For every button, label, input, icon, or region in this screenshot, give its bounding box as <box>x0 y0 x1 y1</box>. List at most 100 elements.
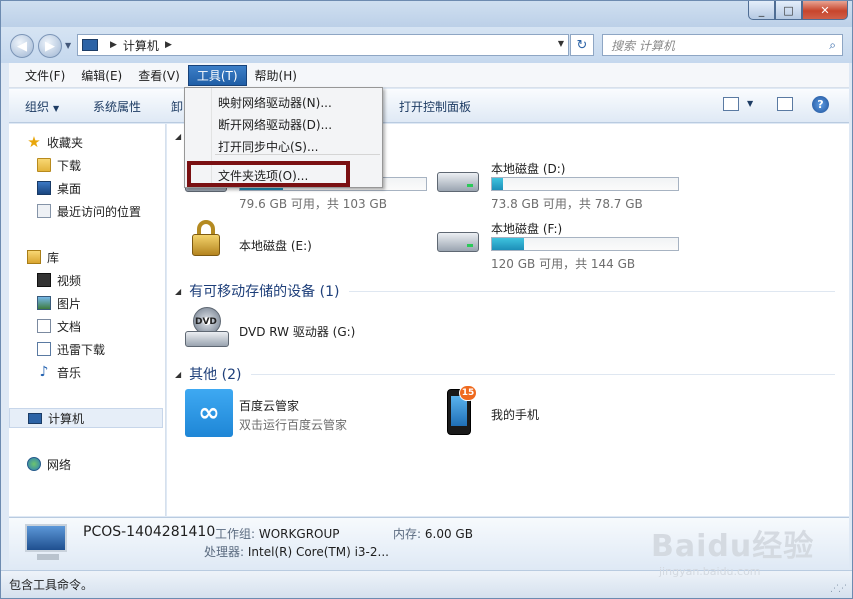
sidebar-item-network[interactable]: 网络 <box>9 454 163 474</box>
sidebar-item-desktop[interactable]: 桌面 <box>9 178 163 198</box>
memory-label: 内存: <box>393 527 422 541</box>
sidebar-item-pictures[interactable]: 图片 <box>9 293 163 313</box>
removable-group-header[interactable]: ◢ 有可移动存储的设备 (1) <box>175 281 835 301</box>
processor-info: 处理器: Intel(R) Core(TM) i3-2... <box>204 543 389 560</box>
view-dropdown[interactable]: ▼ <box>747 99 753 108</box>
sidebar-item-recent[interactable]: 最近访问的位置 <box>9 201 163 221</box>
drive-free-space: 73.8 GB 可用，共 78.7 GB <box>491 197 643 211</box>
group-title: 有可移动存储的设备 (1) <box>189 284 340 300</box>
system-properties-button[interactable]: 系统属性 <box>93 98 141 115</box>
chevron-right-icon[interactable]: ▶ <box>110 40 117 50</box>
item-name: 我的手机 <box>491 408 540 422</box>
computer-icon <box>28 412 42 424</box>
workgroup-value: WORKGROUP <box>258 527 340 541</box>
window-controls: _ □ ✕ <box>748 1 848 20</box>
sidebar-item-videos[interactable]: 视频 <box>9 270 163 290</box>
group-divider <box>251 373 835 375</box>
sidebar-label: 音乐 <box>57 365 82 380</box>
menu-edit[interactable]: 编辑(E) <box>73 65 130 86</box>
hard-drive-icon <box>437 162 481 194</box>
organize-button[interactable]: 组织 ▼ <box>25 98 59 115</box>
group-divider <box>349 290 835 292</box>
library-icon <box>27 250 41 264</box>
annotation-highlight-box <box>187 161 350 187</box>
drive-usage-fill <box>492 178 504 190</box>
minimize-button[interactable]: _ <box>748 1 775 20</box>
watermark-logo: Baidu经验 <box>651 529 815 564</box>
address-bar[interactable]: ▶ 计算机 ▶ ▼ <box>77 34 569 56</box>
sidebar-label: 文档 <box>57 319 82 334</box>
uninstall-button[interactable]: 卸 <box>171 98 183 115</box>
processor-value: Intel(R) Core(TM) i3-2... <box>247 545 389 559</box>
drive-g-dvd[interactable]: DVD DVD RW 驱动器 (G:) <box>185 307 435 353</box>
chevron-right-icon[interactable]: ▶ <box>165 40 172 50</box>
sidebar-label: 图片 <box>57 296 82 311</box>
close-button[interactable]: ✕ <box>802 1 848 20</box>
help-icon[interactable]: ? <box>812 96 829 113</box>
sidebar-item-computer[interactable]: 计算机 <box>9 408 163 428</box>
collapse-triangle-icon[interactable]: ◢ <box>175 132 181 141</box>
sidebar-item-downloads[interactable]: 下载 <box>9 155 163 175</box>
sidebar-item-documents[interactable]: 文档 <box>9 316 163 336</box>
menu-bar: 文件(F) 编辑(E) 查看(V) 工具(T) 帮助(H) <box>9 63 849 88</box>
collapse-triangle-icon[interactable]: ◢ <box>175 370 181 379</box>
watermark-url: jingyan.baidu.com <box>659 565 761 578</box>
my-phone-item[interactable]: 15 我的手机 <box>437 385 687 441</box>
drive-name: 本地磁盘 (F:) <box>491 222 563 236</box>
menu-separator <box>215 154 380 155</box>
title-bar[interactable]: _ □ ✕ <box>1 1 852 27</box>
drive-f[interactable]: 本地磁盘 (F:) 120 GB 可用，共 144 GB <box>437 220 687 272</box>
video-icon <box>37 273 51 287</box>
item-name: 百度云管家 <box>239 399 300 413</box>
baidu-jingyan-watermark: Baidu经验 jingyan.baidu.com <box>651 521 841 591</box>
recent-pages-dropdown[interactable]: ▼ <box>65 41 71 50</box>
drive-d[interactable]: 本地磁盘 (D:) 73.8 GB 可用，共 78.7 GB <box>437 160 687 212</box>
baidu-cloud-item[interactable]: ∞ 百度云管家 双击运行百度云管家 <box>185 389 435 441</box>
network-icon <box>27 457 41 471</box>
computer-icon <box>82 39 98 51</box>
address-dropdown[interactable]: ▼ <box>558 39 564 48</box>
status-text: 包含工具命令。 <box>9 578 94 592</box>
drive-usage-bar <box>491 237 679 251</box>
preview-pane-icon[interactable] <box>777 97 793 111</box>
sidebar-item-libraries[interactable]: 库 <box>9 247 163 267</box>
drive-e[interactable]: 本地磁盘 (E:) <box>185 220 435 266</box>
breadcrumb-computer[interactable]: 计算机 <box>123 37 159 54</box>
sidebar-label: 最近访问的位置 <box>57 204 142 219</box>
menu-item-map-network-drive[interactable]: 映射网络驱动器(N)... <box>218 94 332 111</box>
back-button[interactable]: ◀ <box>10 34 34 58</box>
command-bar: 组织 ▼ 系统属性 卸 打开控制面板 ▼ ? <box>9 89 849 123</box>
sidebar-item-xunlei[interactable]: 迅雷下载 <box>9 339 163 359</box>
menu-item-open-sync-center[interactable]: 打开同步中心(S)... <box>218 138 318 155</box>
item-description: 双击运行百度云管家 <box>239 418 348 432</box>
menu-item-disconnect-network-drive[interactable]: 断开网络驱动器(D)... <box>218 116 332 133</box>
sidebar-label: 下载 <box>57 158 82 173</box>
drive-usage-bar <box>491 177 679 191</box>
menu-help[interactable]: 帮助(H) <box>247 65 305 86</box>
menu-file[interactable]: 文件(F) <box>17 65 73 86</box>
menu-tools[interactable]: 工具(T) <box>187 64 247 86</box>
refresh-button[interactable]: ↻ <box>570 34 594 56</box>
memory-value: 6.00 GB <box>424 527 473 541</box>
forward-button[interactable]: ▶ <box>38 34 62 58</box>
organize-label: 组织 <box>25 100 50 114</box>
tools-dropdown-menu: 映射网络驱动器(N)... 断开网络驱动器(D)... 打开同步中心(S)...… <box>184 87 383 188</box>
view-options-icon[interactable] <box>723 97 739 111</box>
sidebar-item-music[interactable]: ♪ 音乐 <box>9 362 163 382</box>
open-control-panel-button[interactable]: 打开控制面板 <box>399 98 471 115</box>
drive-name: 本地磁盘 (D:) <box>491 162 566 176</box>
search-icon[interactable]: ⌕ <box>829 38 836 53</box>
arrow-right-icon: ▶ <box>45 38 55 54</box>
drive-usage-fill <box>492 238 524 250</box>
maximize-button[interactable]: □ <box>775 1 802 20</box>
sidebar-item-favorites[interactable]: ★ 收藏夹 <box>9 132 163 152</box>
search-placeholder: 搜索 计算机 <box>611 38 675 53</box>
collapse-triangle-icon[interactable]: ◢ <box>175 287 181 296</box>
music-note-icon: ♪ <box>39 364 49 380</box>
drive-name: 本地磁盘 (E:) <box>239 239 312 253</box>
caret-down-icon: ▼ <box>53 104 60 113</box>
recent-places-icon <box>37 204 51 218</box>
search-input[interactable]: 搜索 计算机 ⌕ <box>602 34 843 56</box>
other-group-header[interactable]: ◢ 其他 (2) <box>175 364 835 384</box>
menu-view[interactable]: 查看(V) <box>130 65 188 86</box>
